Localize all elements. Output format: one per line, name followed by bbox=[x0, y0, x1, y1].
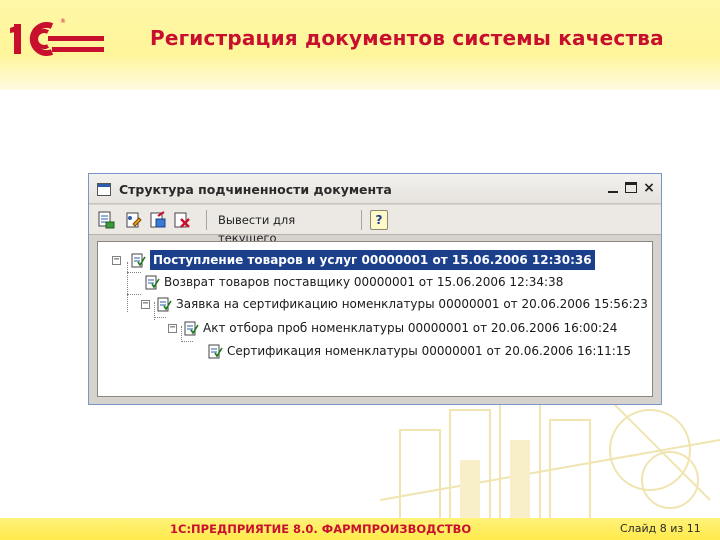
tree-row-certification-request[interactable]: − Заявка на сертификацию номенклатуры 00… bbox=[98, 294, 654, 314]
toolbar-separator bbox=[206, 210, 207, 230]
tree-row-label: Сертификация номенклатуры 00000001 от 20… bbox=[227, 344, 632, 358]
slide-footer: 1С:ПРЕДПРИЯТИЕ 8.0. ФАРМПРОИЗВОДСТВО Сла… bbox=[0, 518, 720, 540]
toolbar-separator bbox=[361, 210, 362, 230]
tree-row-sampling-act[interactable]: − Акт отбора проб номенклатуры 00000001 … bbox=[98, 318, 654, 338]
window-titlebar[interactable]: Структура подчиненности документа × bbox=[89, 174, 661, 204]
collapse-toggle[interactable]: − bbox=[112, 255, 121, 265]
maximize-icon bbox=[625, 182, 637, 193]
footer-product-name: 1С:ПРЕДПРИЯТИЕ 8.0. ФАРМПРОИЗВОДСТВО bbox=[170, 522, 472, 536]
tree-row-label: Заявка на сертификацию номенклатуры 0000… bbox=[176, 297, 648, 311]
window-icon bbox=[97, 183, 111, 196]
maximize-button[interactable] bbox=[623, 180, 639, 196]
1c-logo: ® bbox=[10, 18, 104, 56]
list-print-icon[interactable] bbox=[96, 210, 116, 230]
document-tree: − Поступление товаров и услуг 00000001 о… bbox=[97, 241, 653, 397]
tree-row-label: Поступление товаров и услуг 00000001 от … bbox=[149, 249, 596, 271]
slide-header: ® Регистрация документов системы качеств… bbox=[0, 0, 720, 90]
edit-document-icon[interactable] bbox=[148, 210, 168, 230]
slide-title: Регистрация документов системы качества bbox=[150, 26, 664, 50]
minimize-icon bbox=[608, 191, 618, 193]
window-toolbar: Вывести для текущего ? bbox=[89, 205, 661, 245]
tree-row-certification[interactable]: Сертификация номенклатуры 00000001 от 20… bbox=[98, 341, 654, 361]
tree-row-receipt[interactable]: − Поступление товаров и услуг 00000001 о… bbox=[98, 249, 654, 271]
open-document-icon[interactable] bbox=[124, 210, 144, 230]
tree-row-label: Акт отбора проб номенклатуры 00000001 от… bbox=[203, 321, 618, 335]
document-icon bbox=[145, 275, 160, 290]
document-icon bbox=[208, 344, 223, 359]
output-for-current-button[interactable]: Вывести для текущего bbox=[216, 211, 351, 245]
svg-text:®: ® bbox=[60, 18, 66, 25]
collapse-toggle[interactable]: − bbox=[168, 323, 177, 333]
document-icon bbox=[131, 253, 146, 268]
document-structure-window: Структура подчиненности документа × Выве… bbox=[88, 173, 662, 405]
document-icon bbox=[157, 297, 172, 312]
close-button[interactable]: × bbox=[641, 180, 657, 196]
tree-row-label: Возврат товаров поставщику 00000001 от 1… bbox=[164, 275, 564, 289]
delete-document-icon[interactable] bbox=[172, 210, 192, 230]
minimize-button[interactable] bbox=[605, 180, 621, 196]
window-title: Структура подчиненности документа bbox=[119, 182, 392, 197]
document-icon bbox=[184, 321, 199, 336]
tree-row-return[interactable]: Возврат товаров поставщику 00000001 от 1… bbox=[98, 272, 654, 292]
slide-counter: Слайд 8 из 11 bbox=[620, 522, 701, 535]
help-button[interactable]: ? bbox=[370, 210, 388, 230]
collapse-toggle[interactable]: − bbox=[141, 299, 150, 309]
